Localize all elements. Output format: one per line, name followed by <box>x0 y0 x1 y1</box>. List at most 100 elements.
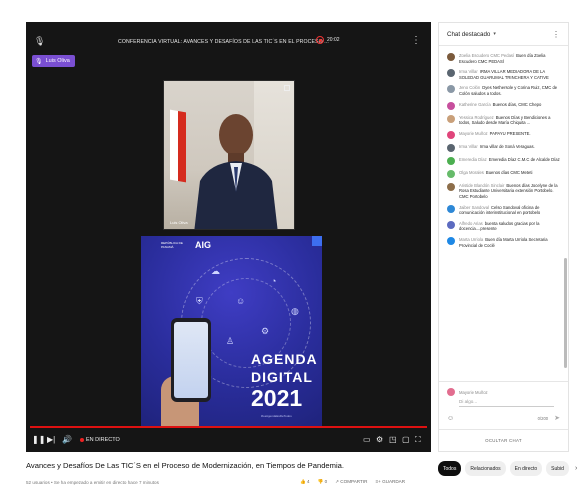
viewer-indicator: 20:02 <box>316 36 340 44</box>
emoji-icon[interactable]: ☺ <box>447 415 454 422</box>
avatar[interactable] <box>447 130 455 139</box>
chat-author[interactable]: Yessica Rodríguez <box>459 115 494 120</box>
avatar[interactable] <box>447 169 455 178</box>
chat-message-body: Irma Villar Irma villar de Soná Veraguas. <box>459 144 563 152</box>
phone-screen <box>174 322 208 398</box>
gear-icon: ⚙ <box>261 326 270 336</box>
chat-composer: Mayorie Muñoz Di algo... ☺ 0/200 ➤ <box>439 381 568 429</box>
chat-messages: Zoelia Escudero CMC Pedasí Buen día Zoeli… <box>439 53 563 253</box>
fullscreen-icon[interactable]: ⛶ <box>415 435 421 445</box>
chat-author[interactable]: Olga Morales <box>459 170 484 175</box>
phone-figure <box>171 318 211 402</box>
viewer-count: 20:02 <box>327 37 340 43</box>
thumbs-down-icon: 👎 <box>317 479 324 484</box>
chat-text: PAPAYU PRESENTE. <box>489 130 531 136</box>
chat-message: Irma Villar IRMA VILLAR MEDIADORA DE LA S… <box>439 69 563 80</box>
chat-author[interactable]: Emeredia Díaz <box>459 157 487 162</box>
video-player[interactable]: 🎙 CONFERENCIA VIRTUAL: AVANCES Y DESAFÍO… <box>26 22 431 452</box>
expand-icon[interactable] <box>284 85 290 91</box>
chat-scrollbar[interactable] <box>564 258 567 368</box>
char-count: 0/200 <box>537 415 549 421</box>
slide-hashtag: #LaAgendaEsDeTodos <box>261 414 292 418</box>
video-actions: 👍 4 👎 0 ↗ COMPARTIR ≡+ GUARDAR <box>300 479 405 485</box>
chat-message: Zoelia Escudero CMC Pedasí Buen día Zoeli… <box>439 53 563 64</box>
avatar[interactable] <box>447 156 455 165</box>
save-button[interactable]: ≡+ GUARDAR <box>375 479 405 485</box>
chat-author[interactable]: Jaiber Sandoval <box>459 205 489 210</box>
chip-uploaded[interactable]: Subid <box>546 461 569 476</box>
chat-message: Mayorie Muñoz PAPAYU PRESENTE. <box>439 130 563 139</box>
chip-all[interactable]: Todos <box>438 461 462 476</box>
avatar[interactable] <box>447 114 455 123</box>
avatar[interactable] <box>447 143 455 152</box>
host-badge: 🎙 Luis Oliva <box>32 55 75 67</box>
agenda-line1: AGENDA <box>251 351 318 367</box>
miniplayer-icon[interactable]: ◳ <box>389 435 397 444</box>
chevron-right-icon[interactable]: › <box>575 465 577 472</box>
globe-icon: ◍ <box>291 306 299 316</box>
theater-mode-icon[interactable]: ▢ <box>402 435 410 444</box>
chat-message-body: Emeredia Díaz Emeredia Díaz C.M.C de Alca… <box>459 157 563 165</box>
avatar[interactable] <box>447 53 455 61</box>
avatar[interactable] <box>447 101 455 110</box>
player-top-bar: 🎙 CONFERENCIA VIRTUAL: AVANCES Y DESAFÍO… <box>26 22 431 62</box>
chat-message-body: Jaiber Sandoval Celso Sandoval oficina de… <box>459 205 563 216</box>
mic-icon[interactable]: 🎙 <box>34 36 45 47</box>
chat-message: Katherine García Buenos días, CMC Chepo <box>439 101 563 110</box>
avatar[interactable] <box>447 236 455 245</box>
shield-icon: ⛨ <box>196 296 203 306</box>
chat-author[interactable]: Alfredo Arias <box>459 221 483 226</box>
chip-live[interactable]: En directo <box>509 461 543 476</box>
video-title: Avances y Desafíos De Las TIC´S en el Pr… <box>26 461 344 470</box>
subtitles-icon[interactable]: ▭ <box>363 435 371 444</box>
like-count: 4 <box>307 479 310 484</box>
avatar[interactable] <box>447 204 455 213</box>
chat-text: Irma villar de Soná Veraguas. <box>479 143 535 149</box>
chat-message: Aristide Blandón Sinclair Buenos días Joc… <box>439 182 563 200</box>
like-button[interactable]: 👍 4 <box>300 479 310 485</box>
chat-author[interactable]: Katherine García <box>459 102 491 107</box>
live-indicator[interactable]: EN DIRECTO <box>80 437 120 443</box>
more-options-icon[interactable]: ⋮ <box>411 35 421 46</box>
chat-input[interactable]: Di algo... <box>459 399 554 407</box>
next-icon[interactable]: ▶| <box>47 435 55 444</box>
chat-more-icon[interactable]: ⋮ <box>552 30 560 39</box>
avatar[interactable] <box>447 85 455 94</box>
chat-message-body: Irma Villar IRMA VILLAR MEDIADORA DE LA S… <box>459 69 563 80</box>
youtube-live-page: 🎙 CONFERENCIA VIRTUAL: AVANCES Y DESAFÍO… <box>0 0 580 493</box>
live-red-dot <box>80 438 84 442</box>
chat-author[interactable]: Irma Villar <box>459 144 478 149</box>
send-icon[interactable]: ➤ <box>554 414 560 422</box>
chat-message-body: Jeno Colón Dyes Nethersole y Corina Ruiz,… <box>459 85 563 96</box>
avatar[interactable] <box>447 69 455 78</box>
chat-message-body: Alfredo Arias buenta saludos gracias por … <box>459 221 563 232</box>
chat-author[interactable]: Marta Urriola <box>459 237 483 242</box>
chat-mode-selector[interactable]: Chat destacado <box>447 31 490 38</box>
dislike-button[interactable]: 👎 0 <box>318 479 328 485</box>
chevron-down-icon[interactable]: ▾ <box>493 31 496 37</box>
agenda-year: 2021 <box>251 385 303 411</box>
settings-icon[interactable]: ⚙ <box>376 435 383 444</box>
avatar[interactable] <box>447 182 455 191</box>
chat-author[interactable]: Jeno Colón <box>459 85 480 90</box>
chip-related[interactable]: Relacionados <box>465 461 506 476</box>
live-label: EN DIRECTO <box>86 437 120 443</box>
hide-chat-button[interactable]: OCULTAR CHAT <box>439 429 568 451</box>
related-filter-chips: Todos Relacionados En directo Subid › <box>438 461 577 476</box>
chat-message: Jaiber Sandoval Celso Sandoval oficina de… <box>439 204 563 216</box>
share-icon: ↗ <box>335 479 340 484</box>
chat-author[interactable]: Zoelia Escudero CMC Pedasí <box>459 53 514 58</box>
chat-message-body: Mayorie Muñoz PAPAYU PRESENTE. <box>459 131 563 139</box>
chat-author[interactable]: Mayorie Muñoz <box>459 131 488 136</box>
camera-caption: Luis Oliva <box>170 220 188 225</box>
slide-corner-marker <box>312 236 322 246</box>
chat-message: Marta Urriola Buen día Marta Urriola Secr… <box>439 236 563 248</box>
pause-icon[interactable]: ❚❚ <box>32 435 45 444</box>
volume-icon[interactable]: 🔊 <box>62 435 72 444</box>
chat-message-body: Zoelia Escudero CMC Pedasí Buen día Zoeli… <box>459 53 563 64</box>
host-name: Luis Oliva <box>45 58 70 64</box>
chat-author[interactable]: Irma Villar <box>459 69 478 74</box>
share-button[interactable]: ↗ COMPARTIR <box>335 479 367 485</box>
avatar[interactable] <box>447 220 455 229</box>
chat-author[interactable]: Aristide Blandón Sinclair <box>459 183 504 188</box>
